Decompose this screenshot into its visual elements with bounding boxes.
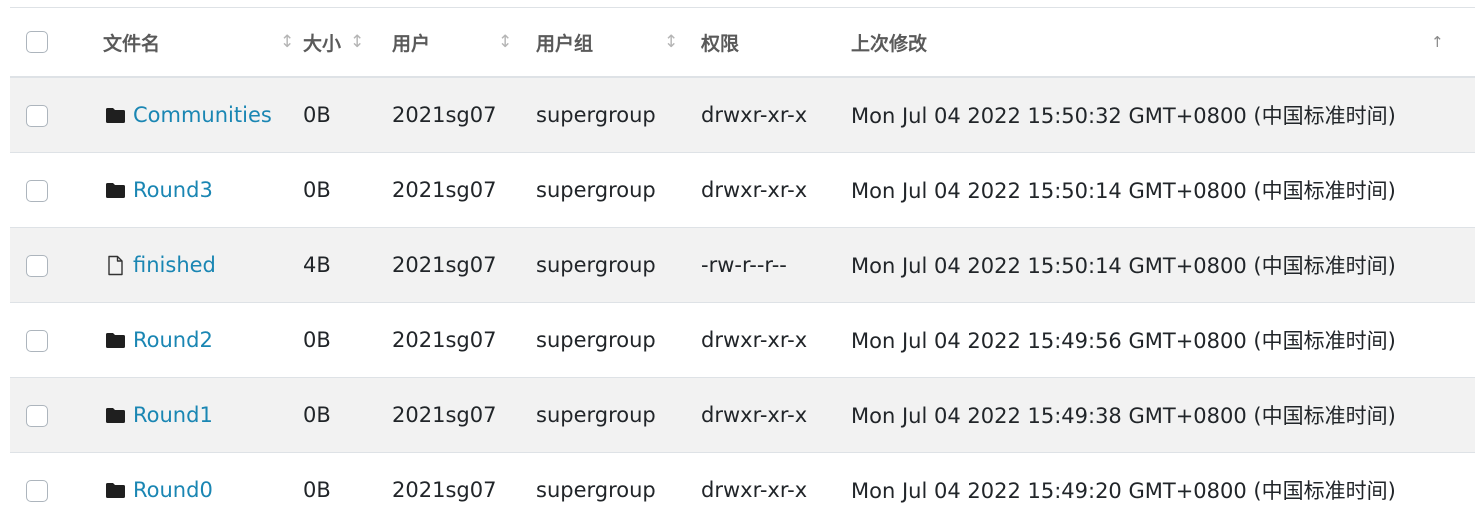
modified-cell: Mon Jul 04 2022 15:50:14 GMT+0800 (中国标准时… xyxy=(851,253,1396,278)
row-checkbox[interactable] xyxy=(26,254,48,277)
permission-cell: -rw-r--r-- xyxy=(701,252,787,277)
row-select-cell xyxy=(10,302,93,377)
group-cell: supergroup xyxy=(536,252,656,277)
folder-icon xyxy=(106,108,125,124)
modified-cell: Mon Jul 04 2022 15:50:32 GMT+0800 (中国标准时… xyxy=(851,103,1396,128)
name-cell: Round1 xyxy=(93,377,303,452)
row-select-cell xyxy=(10,377,93,452)
column-header-size-label: 大小 xyxy=(303,32,342,55)
row-checkbox[interactable] xyxy=(26,179,48,202)
group-cell: supergroup xyxy=(536,402,656,427)
column-header-group-label: 用户组 xyxy=(536,32,594,55)
group-cell: supergroup xyxy=(536,177,656,202)
table-row[interactable]: Communities 0B 2021sg07 supergroup drwxr… xyxy=(10,77,1475,152)
file-icon xyxy=(105,253,126,277)
table-row[interactable]: Round3 0B 2021sg07 supergroup drwxr-xr-x… xyxy=(10,152,1475,227)
header-row: 文件名 ↕ 大小 ↕ 用户 ↕ 用户组 ↕ 权限 上次修改 ↑ xyxy=(10,8,1475,77)
size-cell: 0B xyxy=(303,327,331,352)
sort-neutral-icon[interactable]: ↕ xyxy=(498,32,512,52)
size-cell: 0B xyxy=(303,177,331,202)
column-header-name-label: 文件名 xyxy=(103,32,161,55)
column-header-permission-label: 权限 xyxy=(701,32,740,55)
folder-icon xyxy=(105,103,126,127)
user-cell: 2021sg07 xyxy=(392,252,497,277)
file-name-link[interactable]: Round2 xyxy=(133,328,213,352)
sort-neutral-icon[interactable]: ↕ xyxy=(664,32,678,52)
row-select-cell xyxy=(10,77,93,152)
row-checkbox[interactable] xyxy=(26,404,48,427)
folder-icon xyxy=(105,178,126,202)
file-name-link[interactable]: Round1 xyxy=(133,403,213,427)
size-cell: 0B xyxy=(303,477,331,502)
table-row[interactable]: Round2 0B 2021sg07 supergroup drwxr-xr-x… xyxy=(10,302,1475,377)
name-cell: Round3 xyxy=(93,152,303,227)
modified-cell: Mon Jul 04 2022 15:49:56 GMT+0800 (中国标准时… xyxy=(851,328,1396,353)
file-icon xyxy=(108,255,123,276)
permission-cell: drwxr-xr-x xyxy=(701,327,808,352)
file-table: 文件名 ↕ 大小 ↕ 用户 ↕ 用户组 ↕ 权限 上次修改 ↑ Communit… xyxy=(10,8,1475,523)
row-checkbox[interactable] xyxy=(26,329,48,352)
sort-ascending-icon[interactable]: ↑ xyxy=(1431,33,1444,51)
folder-icon xyxy=(106,483,125,498)
name-cell: Round0 xyxy=(93,452,303,523)
row-select-cell xyxy=(10,452,93,523)
user-cell: 2021sg07 xyxy=(392,327,497,352)
modified-cell: Mon Jul 04 2022 15:49:38 GMT+0800 (中国标准时… xyxy=(851,403,1396,428)
folder-icon xyxy=(106,333,125,348)
user-cell: 2021sg07 xyxy=(392,177,497,202)
row-select-cell xyxy=(10,227,93,302)
table-row[interactable]: Round0 0B 2021sg07 supergroup drwxr-xr-x… xyxy=(10,452,1475,523)
column-header-permission[interactable]: 权限 xyxy=(701,8,851,77)
name-cell: finished xyxy=(93,227,303,302)
group-cell: supergroup xyxy=(536,327,656,352)
file-name-link[interactable]: Round0 xyxy=(133,478,213,502)
size-cell: 0B xyxy=(303,102,331,127)
modified-cell: Mon Jul 04 2022 15:50:14 GMT+0800 (中国标准时… xyxy=(851,178,1396,203)
column-header-modified[interactable]: 上次修改 ↑ xyxy=(851,8,1475,77)
permission-cell: drwxr-xr-x xyxy=(701,477,808,502)
table-row[interactable]: finished 4B 2021sg07 supergroup -rw-r--r… xyxy=(10,227,1475,302)
modified-cell: Mon Jul 04 2022 15:49:20 GMT+0800 (中国标准时… xyxy=(851,478,1396,503)
sort-neutral-icon[interactable]: ↕ xyxy=(280,32,294,52)
file-name-link[interactable]: Communities xyxy=(133,103,272,127)
column-header-size[interactable]: 大小 ↕ xyxy=(303,8,392,77)
file-name-link[interactable]: Round3 xyxy=(133,178,213,202)
column-header-user[interactable]: 用户 ↕ xyxy=(392,8,536,77)
column-header-group[interactable]: 用户组 ↕ xyxy=(536,8,701,77)
user-cell: 2021sg07 xyxy=(392,402,497,427)
select-all-checkbox[interactable] xyxy=(26,31,48,54)
column-header-user-label: 用户 xyxy=(392,32,431,55)
group-cell: supergroup xyxy=(536,102,656,127)
user-cell: 2021sg07 xyxy=(392,477,497,502)
folder-icon xyxy=(105,478,126,502)
permission-cell: drwxr-xr-x xyxy=(701,402,808,427)
user-cell: 2021sg07 xyxy=(392,102,497,127)
sort-neutral-icon[interactable]: ↕ xyxy=(350,32,364,52)
table-row[interactable]: Round1 0B 2021sg07 supergroup drwxr-xr-x… xyxy=(10,377,1475,452)
folder-icon xyxy=(105,403,126,427)
file-browser: 文件名 ↕ 大小 ↕ 用户 ↕ 用户组 ↕ 权限 上次修改 ↑ Communit… xyxy=(0,0,1475,523)
column-header-name[interactable]: 文件名 ↕ xyxy=(93,8,303,77)
row-select-cell xyxy=(10,152,93,227)
column-header-modified-label: 上次修改 xyxy=(851,32,928,55)
name-cell: Communities xyxy=(93,77,303,152)
permission-cell: drwxr-xr-x xyxy=(701,177,808,202)
table-body: Communities 0B 2021sg07 supergroup drwxr… xyxy=(10,77,1475,523)
folder-icon xyxy=(106,183,125,198)
size-cell: 4B xyxy=(303,252,331,277)
row-checkbox[interactable] xyxy=(26,479,48,502)
folder-icon xyxy=(105,328,126,352)
permission-cell: drwxr-xr-x xyxy=(701,102,808,127)
name-cell: Round2 xyxy=(93,302,303,377)
size-cell: 0B xyxy=(303,402,331,427)
row-checkbox[interactable] xyxy=(26,104,48,127)
table-header: 文件名 ↕ 大小 ↕ 用户 ↕ 用户组 ↕ 权限 上次修改 ↑ xyxy=(10,8,1475,77)
folder-icon xyxy=(106,408,125,423)
file-name-link[interactable]: finished xyxy=(133,253,216,277)
select-all-cell xyxy=(10,8,93,77)
group-cell: supergroup xyxy=(536,477,656,502)
